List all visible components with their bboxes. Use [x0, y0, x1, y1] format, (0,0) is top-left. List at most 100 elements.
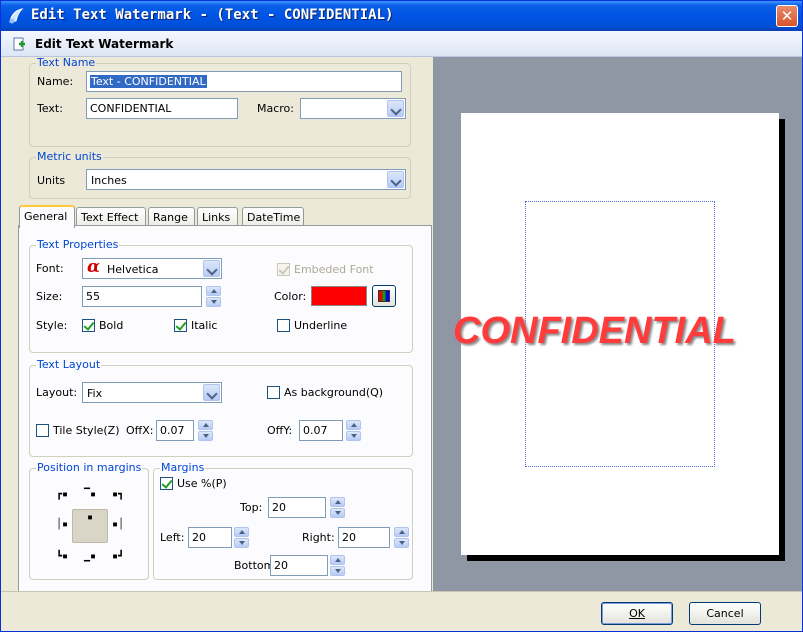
italic-checkbox[interactable] [174, 319, 187, 332]
offy-field[interactable]: 0.07 [299, 420, 343, 441]
settings-panel: Text Name Name: Text - CONFIDENTIAL Text… [1, 57, 433, 593]
tab-links[interactable]: Links [197, 207, 238, 227]
text-name-legend: Text Name [36, 56, 97, 69]
underline-label: Underline [294, 319, 348, 332]
layout-value: Fix [87, 387, 103, 400]
chevron-down-icon[interactable] [387, 171, 404, 188]
right-label: Right: [302, 531, 335, 544]
left-stepper[interactable] [234, 527, 249, 548]
offy-stepper[interactable] [346, 420, 361, 441]
margins-group: Margins Use %(P) Top: 20 Left: 20 Right:… [153, 462, 413, 580]
close-icon: ✕ [780, 7, 794, 25]
dialog-header: Edit Text Watermark [1, 31, 802, 57]
bold-checkbox[interactable] [82, 319, 95, 332]
size-stepper[interactable] [206, 286, 221, 307]
position-middle-left-icon[interactable]: │▪ [52, 517, 72, 535]
position-bottom-center-icon[interactable]: ▁▪ [80, 549, 100, 567]
general-tab-pane: Text Properties Font: α Helvetica Embede… [18, 225, 432, 593]
use-percent-label: Use %(P) [177, 477, 227, 490]
text-properties-group: Text Properties Font: α Helvetica Embede… [29, 239, 413, 353]
text-layout-group: Text Layout Layout: Fix As background(Q)… [29, 359, 413, 457]
bottom-stepper[interactable] [330, 555, 345, 576]
use-percent-checkbox[interactable] [160, 477, 173, 490]
top-field[interactable]: 20 [268, 497, 326, 518]
chevron-down-icon[interactable] [203, 384, 220, 401]
title-bar[interactable]: Edit Text Watermark - (Text - CONFIDENTI… [1, 1, 802, 31]
position-middle-right-icon[interactable]: ▪│ [108, 517, 128, 535]
bottom-field[interactable]: 20 [270, 555, 328, 576]
italic-label: Italic [191, 319, 218, 332]
edit-text-watermark-dialog: Edit Text Watermark - (Text - CONFIDENTI… [0, 0, 803, 632]
font-type-icon: α [87, 257, 101, 277]
color-label: Color: [274, 290, 307, 303]
embedded-font-checkbox[interactable] [277, 263, 290, 276]
macro-select[interactable] [300, 98, 406, 119]
size-label: Size: [36, 290, 63, 303]
add-watermark-icon [13, 37, 25, 51]
top-label: Top: [240, 501, 263, 514]
left-label: Left: [160, 531, 185, 544]
left-field[interactable]: 20 [188, 527, 232, 548]
margins-legend: Margins [160, 461, 206, 474]
font-select[interactable]: α Helvetica [82, 257, 222, 279]
position-bottom-right-icon[interactable]: ▪┛ [108, 549, 128, 567]
embedded-font-label: Embeded Font [294, 263, 374, 276]
chevron-down-icon[interactable] [203, 260, 220, 277]
position-bottom-left-icon[interactable]: ┗▪ [52, 549, 72, 567]
right-stepper[interactable] [394, 527, 409, 548]
units-select[interactable]: Inches [86, 169, 406, 190]
cancel-button[interactable]: Cancel [689, 602, 761, 625]
tab-text-effect[interactable]: Text Effect [76, 207, 146, 227]
color-picker-button[interactable] [372, 285, 396, 307]
name-field-value: Text - CONFIDENTIAL [90, 75, 207, 88]
metric-units-legend: Metric units [36, 150, 103, 163]
position-top-right-icon[interactable]: ▪┓ [108, 487, 128, 505]
offx-stepper[interactable] [198, 420, 213, 441]
macro-label: Macro: [257, 102, 294, 115]
text-field[interactable]: CONFIDENTIAL [86, 98, 238, 119]
as-background-label: As background(Q) [284, 386, 384, 399]
units-label: Units [37, 174, 66, 187]
position-center-icon[interactable]: ▪ [72, 509, 108, 543]
right-field[interactable]: 20 [338, 527, 390, 548]
name-label: Name: [37, 75, 74, 88]
font-label: Font: [36, 262, 64, 275]
metric-units-group: Metric units Units Inches [29, 151, 411, 199]
window-title: Edit Text Watermark - (Text - CONFIDENTI… [31, 7, 394, 23]
layout-label: Layout: [36, 386, 78, 399]
header-title: Edit Text Watermark [35, 37, 174, 51]
name-field[interactable]: Text - CONFIDENTIAL [86, 71, 402, 92]
color-palette-icon [378, 290, 390, 302]
units-value: Inches [91, 174, 127, 187]
tab-general[interactable]: General [19, 205, 75, 228]
as-background-checkbox[interactable] [267, 386, 280, 399]
close-button[interactable]: ✕ [776, 5, 798, 27]
offy-label: OffY: [267, 424, 293, 437]
layout-select[interactable]: Fix [82, 382, 222, 403]
preview-watermark-text: CONFIDENTIAL [453, 310, 736, 352]
preview-pane: CONFIDENTIAL [433, 57, 802, 591]
text-layout-legend: Text Layout [36, 358, 102, 371]
position-top-left-icon[interactable]: ┏▪ [52, 487, 72, 505]
offx-label: OffX: [126, 424, 154, 437]
ok-label: OK [629, 607, 645, 620]
size-field[interactable]: 55 [82, 286, 202, 307]
tab-range[interactable]: Range [148, 207, 195, 227]
text-label: Text: [37, 102, 63, 115]
position-in-margins-group: Position in margins ┏▪ ▔▪ ▪┓ │▪ ▪ ▪│ ┗▪ … [29, 462, 149, 580]
underline-checkbox[interactable] [277, 319, 290, 332]
top-stepper[interactable] [330, 497, 345, 518]
position-legend: Position in margins [36, 461, 143, 474]
tile-style-checkbox[interactable] [36, 424, 49, 437]
position-top-center-icon[interactable]: ▔▪ [80, 487, 100, 505]
offx-field[interactable]: 0.07 [156, 420, 194, 441]
style-label: Style: [36, 319, 68, 332]
text-properties-legend: Text Properties [36, 238, 120, 251]
tab-datetime[interactable]: DateTime [242, 207, 304, 227]
color-swatch[interactable] [311, 286, 367, 306]
app-icon [9, 8, 24, 24]
text-name-group: Text Name Name: Text - CONFIDENTIAL Text… [29, 57, 411, 147]
chevron-down-icon[interactable] [387, 100, 404, 117]
ok-button[interactable]: OK [601, 602, 673, 625]
font-value: Helvetica [107, 263, 159, 276]
